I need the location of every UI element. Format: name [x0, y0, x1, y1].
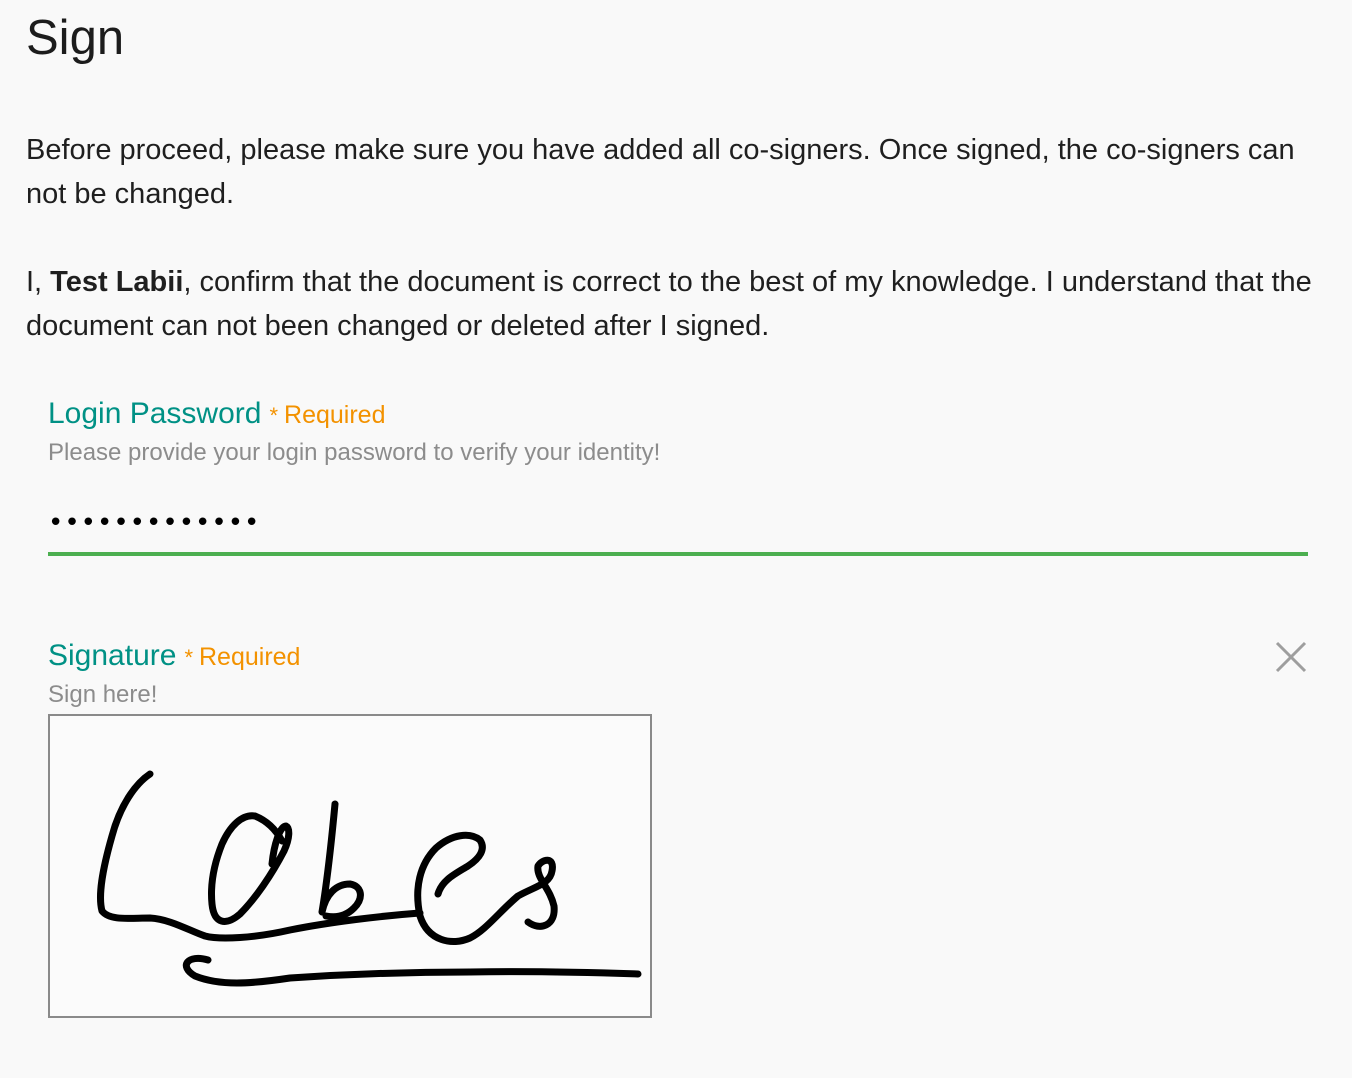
close-icon[interactable]: [1274, 640, 1308, 674]
signature-helper-text: Sign here!: [48, 681, 158, 708]
signature-field: Signature * Required Sign here!: [48, 638, 1308, 1018]
password-label: Login Password: [48, 397, 262, 430]
signature-required-text: Required: [199, 643, 301, 671]
signature-label: Signature: [48, 639, 177, 672]
password-required-star: *: [269, 403, 279, 428]
password-required-text: Required: [284, 401, 386, 429]
confirmation-suffix: , confirm that the document is correct t…: [26, 266, 1312, 342]
confirmation-statement: I, Test Labii, confirm that the document…: [26, 260, 1316, 348]
signer-name: Test Labii: [50, 266, 184, 298]
password-input[interactable]: [48, 494, 1308, 556]
sign-page: Sign Before proceed, please make sure yo…: [0, 0, 1352, 1078]
login-password-field: Login Password * Required Please provide…: [48, 396, 1308, 556]
signature-label-row: Signature * Required: [48, 638, 1308, 674]
signature-drawing: [96, 770, 642, 987]
signature-required-star: *: [184, 645, 193, 670]
confirmation-prefix: I,: [26, 266, 51, 298]
signature-pad[interactable]: [48, 714, 652, 1018]
password-label-row: Login Password * Required: [48, 396, 1308, 432]
password-helper-text: Please provide your login password to ve…: [48, 439, 661, 466]
cosigner-notice: Before proceed, please make sure you hav…: [26, 134, 1295, 210]
page-title: Sign: [26, 11, 125, 65]
